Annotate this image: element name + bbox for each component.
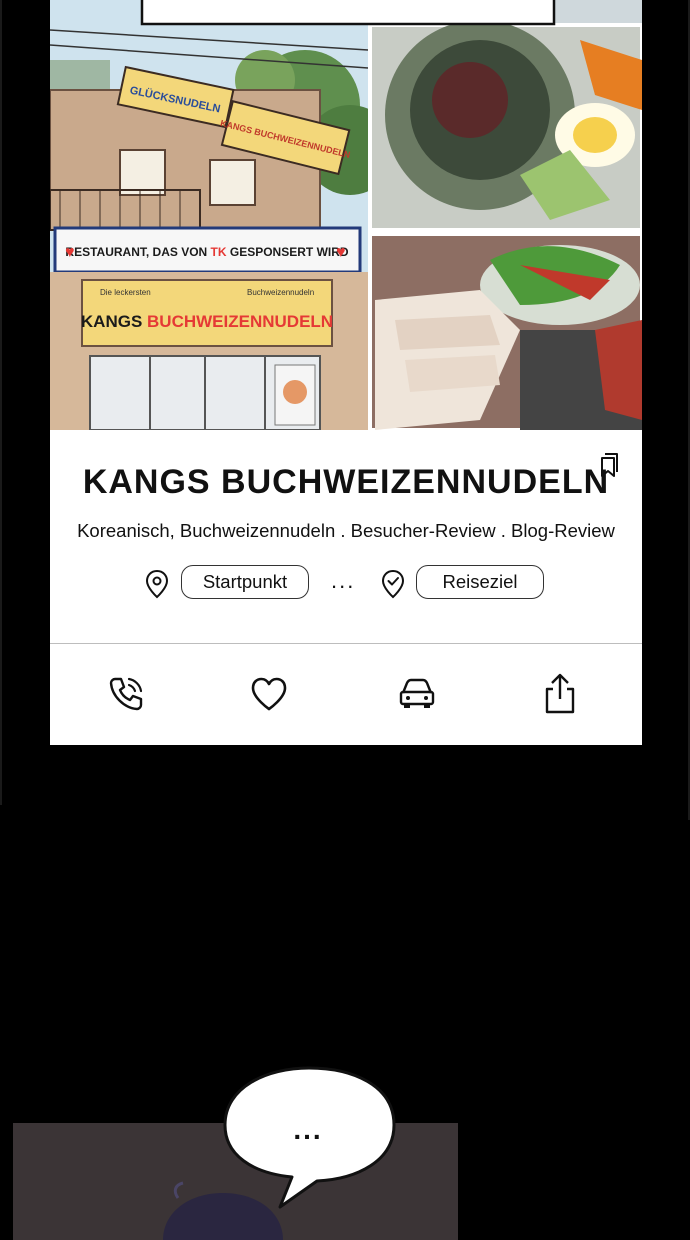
restaurant-name: KANGS BUCHWEIZENNUDELN <box>82 463 610 501</box>
destination-label: Reiseziel <box>442 571 518 592</box>
route-row: Startpunkt ... Reiseziel <box>50 564 642 604</box>
restaurant-info: KANGS BUCHWEIZENNUDELN Koreanisch, Buchw… <box>50 430 642 643</box>
call-button[interactable] <box>104 672 148 716</box>
sponsor-banner-tk: TK <box>211 245 227 259</box>
car-icon <box>399 678 435 708</box>
directions-car-button[interactable] <box>395 672 439 716</box>
bookmark-icon[interactable] <box>598 450 620 478</box>
restaurant-banner-image: GLÜCKSNUDELN KANGS BUCHWEIZENNUDELN REST… <box>50 0 642 430</box>
location-pin-icon <box>145 569 169 599</box>
phone-icon <box>109 677 143 711</box>
heart-decoration-right: ♥ <box>336 244 346 261</box>
sponsor-banner-text: RESTAURANT, DAS VON TK GESPONSERT WIRD <box>65 245 348 259</box>
destination-pin-icon <box>381 569 405 599</box>
heart-decoration-left: ♥ <box>65 244 75 261</box>
restaurant-tags: Koreanisch, Buchweizennudeln . Besucher-… <box>77 520 615 541</box>
sponsor-banner-post: GESPONSERT WIRD <box>227 245 349 259</box>
destination-button[interactable]: Reiseziel <box>416 565 544 599</box>
start-point-label: Startpunkt <box>202 571 288 592</box>
shop-sign-small-right: Buchweizennudeln <box>247 288 314 297</box>
shop-sign-main: KANGS BUCHWEIZENNUDELN <box>81 312 333 331</box>
restaurant-card: GLÜCKSNUDELN KANGS BUCHWEIZENNUDELN REST… <box>50 0 642 745</box>
favorite-button[interactable] <box>247 672 291 716</box>
speech-bubble-text: ... <box>293 1114 323 1145</box>
route-separator: ... <box>331 568 356 593</box>
share-icon <box>545 673 575 714</box>
frame-left-edge <box>0 0 2 805</box>
sponsor-banner-pre: RESTAURANT, DAS VON <box>65 245 210 259</box>
action-bar <box>50 644 642 745</box>
shop-sign-main-a: KANGS <box>81 312 147 331</box>
start-point-button[interactable]: Startpunkt <box>181 565 309 599</box>
shop-sign-main-b: BUCHWEIZENNUDELN <box>147 312 333 331</box>
shop-sign-small-left: Die leckersten <box>100 288 151 297</box>
heart-icon <box>251 677 287 711</box>
share-button[interactable] <box>538 672 582 716</box>
